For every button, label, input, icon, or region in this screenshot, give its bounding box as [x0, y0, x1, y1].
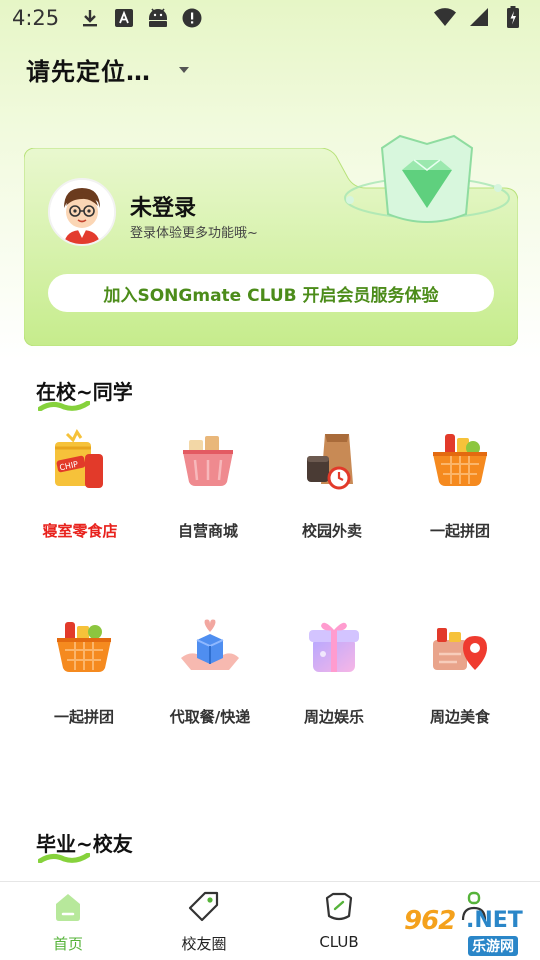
nav-item-label: 首页	[52, 935, 83, 953]
grid-item-entertainment[interactable]: 周边娱乐	[274, 614, 394, 727]
signal-icon	[468, 6, 490, 28]
section-title-text: 在校~同学	[36, 380, 133, 404]
nav-item-label: CLUB	[319, 933, 359, 951]
member-card: 未登录 登录体验更多功能哦~ 加入SONGmate CLUB 开启会员服务体验	[24, 134, 518, 346]
nav-item-label: 校友圈	[181, 935, 227, 953]
club-icon	[325, 892, 353, 921]
food-location-icon	[433, 628, 487, 670]
grid-item-label: 自营商城	[177, 522, 238, 540]
status-time: 4:25	[12, 6, 60, 30]
snack-bag-icon: CHIP	[55, 429, 103, 488]
location-selector[interactable]: 请先定位…	[26, 52, 189, 87]
battery-icon	[502, 6, 524, 28]
grid-item-group-buy[interactable]: 一起拼团	[400, 428, 520, 541]
group-buy-basket-icon	[433, 434, 487, 486]
tag-icon	[188, 891, 219, 922]
section-title-alumni: 毕业~校友	[36, 828, 133, 863]
diamond-crown-icon	[344, 134, 510, 223]
nav-item-club[interactable]: CLUB	[289, 890, 389, 951]
grid-item-campus-takeout[interactable]: 校园外卖	[272, 428, 392, 541]
login-status-subtitle: 登录体验更多功能哦~	[130, 226, 258, 241]
watermark-number: 962	[404, 906, 456, 936]
section-title-campus: 在校~同学	[36, 376, 133, 411]
grid-item-label: 周边娱乐	[303, 708, 364, 726]
grid-item-self-mall[interactable]: 自营商城	[148, 428, 268, 541]
takeout-bag-icon	[307, 434, 353, 490]
wifi-icon	[434, 6, 456, 28]
grid-item-group-buy-2[interactable]: 一起拼团	[24, 614, 144, 727]
grid-item-snack-store[interactable]: CHIP 寝室零食店	[20, 428, 140, 541]
group-buy-basket-icon	[57, 622, 111, 672]
home-icon	[56, 894, 80, 921]
nav-item-home[interactable]: 首页	[18, 890, 118, 954]
chevron-down-icon	[179, 66, 189, 73]
location-text: 请先定位…	[26, 58, 151, 86]
app-a-icon	[113, 7, 135, 29]
grid-item-label: 代取餐/快递	[169, 708, 251, 726]
shopping-basket-icon	[183, 436, 233, 486]
gift-box-icon	[309, 622, 359, 672]
status-bar: 4:25	[0, 0, 540, 36]
login-status-title[interactable]: 未登录	[130, 190, 196, 222]
watermark-text: 乐游网	[468, 936, 518, 956]
android-icon	[147, 7, 169, 29]
nav-item-alumni-circle[interactable]: 校友圈	[154, 890, 254, 954]
avatar[interactable]	[48, 178, 116, 246]
watermark-net: .NET	[466, 908, 523, 933]
grid-item-label: 寝室零食店	[42, 522, 118, 540]
grid-item-pickup-delivery[interactable]: 代取餐/快递	[150, 614, 270, 727]
grid-item-nearby-food[interactable]: 周边美食	[400, 614, 520, 727]
cartoon-avatar-icon	[50, 180, 114, 244]
grid-item-label: 校园外卖	[301, 522, 362, 540]
grid-item-label: 一起拼团	[53, 708, 114, 726]
join-club-button[interactable]: 加入SONGmate CLUB 开启会员服务体验	[48, 274, 494, 312]
grid-item-label: 周边美食	[429, 708, 490, 726]
download-icon	[79, 7, 101, 29]
section-title-text: 毕业~校友	[36, 832, 133, 856]
alert-icon	[181, 7, 203, 29]
grid-item-label: 一起拼团	[429, 522, 490, 540]
delivery-box-icon	[181, 619, 239, 670]
watermark-logo: 962 .NET 乐游网	[400, 906, 536, 956]
